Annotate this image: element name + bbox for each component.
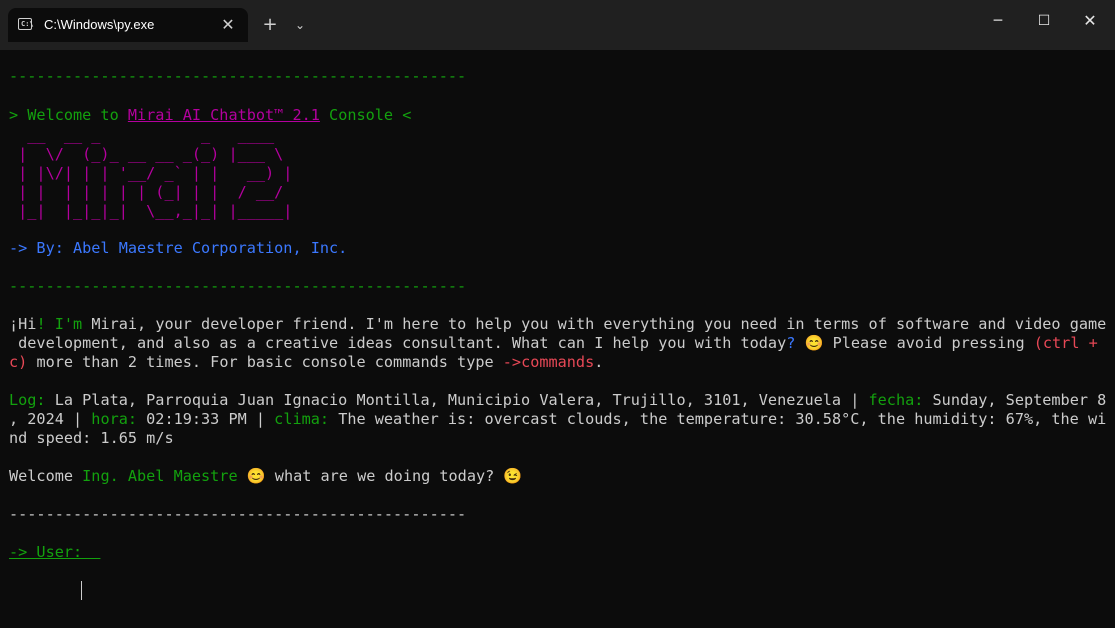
terminal-window: C:\ C:\Windows\py.exe ✕ + ⌄ ─ ☐ ✕ ------… [0, 0, 1115, 628]
console-output[interactable]: ----------------------------------------… [9, 50, 1109, 620]
ascii-art-line: | | | | | | | (_| | | / __/ [9, 183, 293, 201]
tab-title: C:\Windows\py.exe [44, 17, 155, 32]
close-button[interactable]: ✕ [1067, 8, 1113, 34]
welcome-line: > Welcome to Mirai AI Chatbot™ 2.1 Conso… [9, 106, 412, 124]
ascii-art-line: | \/ (_)_ __ __ _(_) |___ \ [9, 145, 293, 163]
intro-line: c) more than 2 times. For basic console … [9, 353, 604, 371]
intro-line: development, and also as a creative idea… [9, 334, 1098, 352]
log-line: , 2024 | hora: 02:19:33 PM | clima: The … [9, 410, 1107, 428]
ascii-art-line: | |\/| | | '__/ _` | | __) | [9, 164, 293, 182]
separator-bottom: ----------------------------------------… [9, 505, 467, 523]
title-bar: C:\ C:\Windows\py.exe ✕ + ⌄ ─ ☐ ✕ [0, 0, 1115, 50]
log-line: nd speed: 1.65 m/s [9, 429, 174, 447]
greeting-line: Welcome Ing. Abel Maestre 😊 what are we … [9, 467, 523, 485]
ascii-art-line: __ __ _ _ ____ [9, 126, 293, 144]
separator-top: ----------------------------------------… [9, 67, 467, 85]
separator-middle: ----------------------------------------… [9, 277, 467, 295]
chevron-down-icon[interactable]: ⌄ [290, 14, 310, 36]
minimize-button[interactable]: ─ [975, 8, 1021, 34]
byline: -> By: Abel Maestre Corporation, Inc. [9, 239, 348, 257]
maximize-button[interactable]: ☐ [1021, 8, 1067, 34]
text-cursor [81, 581, 82, 600]
product-name: Mirai AI Chatbot™ 2.1 [127, 106, 320, 124]
user-prompt[interactable]: -> User: [9, 543, 100, 562]
tab-py-exe[interactable]: C:\ C:\Windows\py.exe ✕ [8, 8, 248, 42]
terminal-icon: C:\ [18, 18, 34, 30]
ascii-art-line: |_| |_|_|_| \__,_|_| |_____| [9, 202, 293, 220]
log-line: Log: La Plata, Parroquia Juan Ignacio Mo… [9, 391, 1107, 409]
close-tab-icon[interactable]: ✕ [218, 15, 238, 35]
new-tab-icon[interactable]: + [260, 14, 280, 36]
intro-line: ¡Hi! I'm Mirai, your developer friend. I… [9, 315, 1107, 333]
